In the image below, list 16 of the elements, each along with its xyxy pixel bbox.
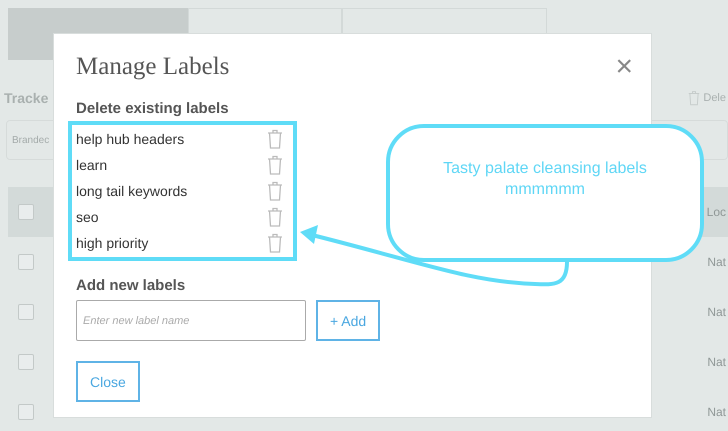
table-cell: Nat — [707, 305, 726, 319]
callout-text: Tasty palate cleansing labels mmmmmm — [442, 159, 648, 200]
label-name: help hub headers — [76, 131, 184, 147]
section-heading: Tracke — [4, 90, 48, 106]
section-heading: Add new labels — [76, 277, 186, 294]
section-heading: Delete existing labels — [76, 100, 230, 117]
label-name: long tail keywords — [76, 183, 188, 199]
table-cell: Nat — [707, 255, 726, 269]
dialog-title: Manage Labels — [76, 53, 230, 81]
label-name: seo — [76, 209, 99, 225]
label-name: high priority — [76, 235, 148, 251]
label-name: learn — [76, 157, 108, 173]
table-cell: Nat — [707, 355, 726, 369]
delete-label: Dele — [703, 92, 726, 104]
table-cell: Nat — [707, 405, 726, 419]
table-cell: Loc — [706, 205, 726, 219]
